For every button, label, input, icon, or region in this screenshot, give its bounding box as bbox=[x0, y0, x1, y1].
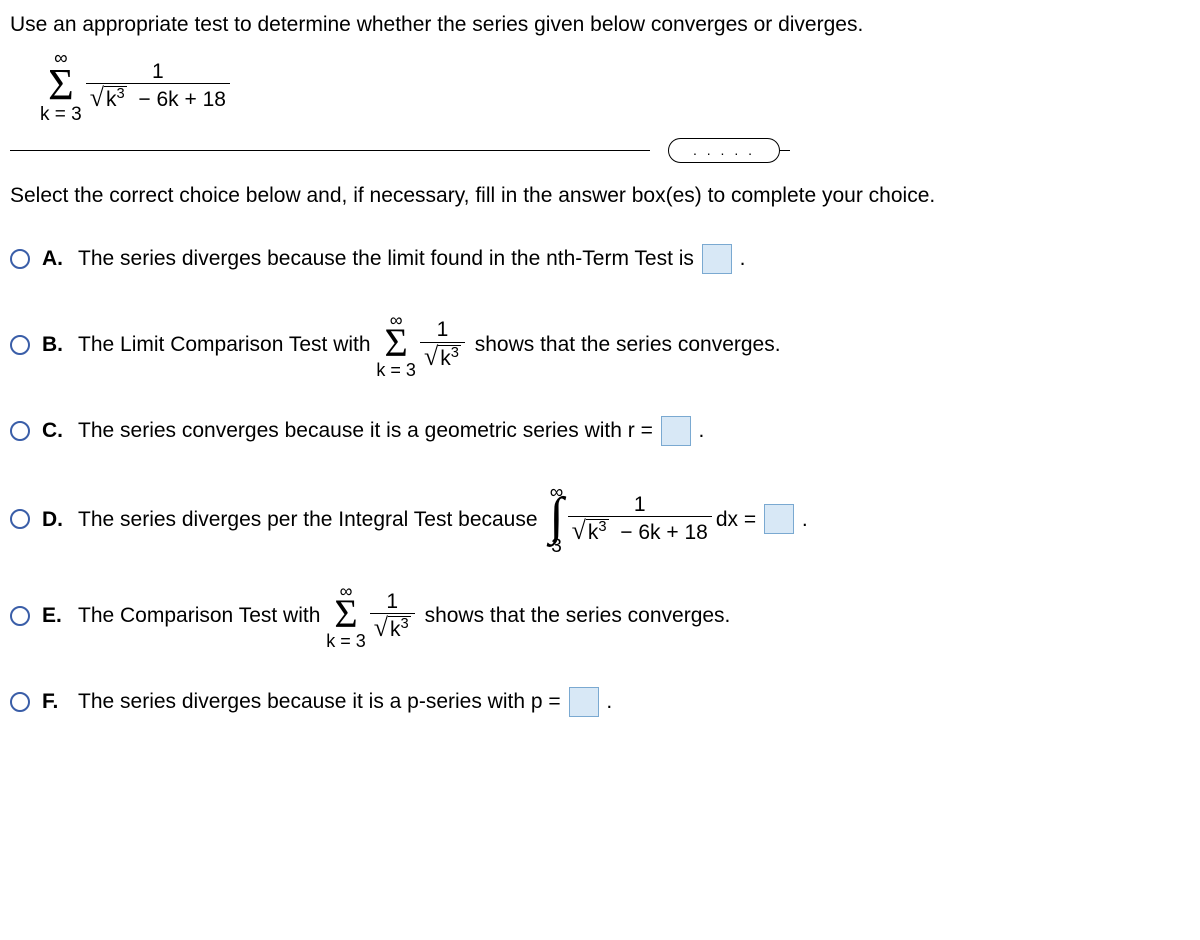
answer-box-a[interactable] bbox=[702, 244, 732, 274]
choice-c[interactable]: C. The series converges because it is a … bbox=[10, 405, 1190, 457]
radical-sign: √ bbox=[424, 345, 438, 368]
fraction-numerator: 1 bbox=[382, 590, 402, 613]
choice-letter: D. bbox=[42, 505, 66, 534]
divider-line-left bbox=[10, 150, 650, 151]
choice-a[interactable]: A. The series diverges because the limit… bbox=[10, 233, 1190, 285]
choice-c-text: The series converges because it is a geo… bbox=[78, 416, 653, 445]
choice-f-text: The series diverges because it is a p-se… bbox=[78, 687, 561, 716]
radio-b[interactable] bbox=[10, 335, 30, 355]
radio-c[interactable] bbox=[10, 421, 30, 441]
sigma-symbol: Σ bbox=[48, 67, 74, 102]
divider: . . . . . bbox=[10, 138, 1190, 164]
fraction-denominator: √ k3 bbox=[420, 342, 465, 371]
radio-d[interactable] bbox=[10, 509, 30, 529]
radical-sign: √ bbox=[90, 86, 104, 109]
divider-bubble: . . . . . bbox=[668, 138, 780, 164]
choice-letter: A. bbox=[42, 244, 66, 273]
fraction-denominator: √ k3 − 6k + 18 bbox=[568, 516, 712, 545]
period: . bbox=[699, 416, 705, 445]
divider-line-right bbox=[780, 150, 790, 151]
radicand: k3 bbox=[586, 519, 609, 545]
choice-letter: C. bbox=[42, 416, 66, 445]
problem-statement: Use an appropriate test to determine whe… bbox=[10, 10, 1190, 39]
sigma-symbol: Σ bbox=[334, 598, 357, 630]
choice-f[interactable]: F. The series diverges because it is a p… bbox=[10, 676, 1190, 728]
answer-box-f[interactable] bbox=[569, 687, 599, 717]
choice-b-text2: shows that the series converges. bbox=[475, 330, 781, 359]
series-expression: ∞ Σ k = 3 1 √ k3 − 6k + 18 bbox=[40, 43, 234, 123]
radio-a[interactable] bbox=[10, 249, 30, 269]
fraction-numerator: 1 bbox=[148, 60, 168, 83]
answer-box-d[interactable] bbox=[764, 504, 794, 534]
choice-letter: B. bbox=[42, 330, 66, 359]
fraction-denominator: √ k3 − 6k + 18 bbox=[86, 83, 230, 112]
sigma-lower: k = 3 bbox=[40, 105, 82, 124]
choice-e-text2: shows that the series converges. bbox=[425, 601, 731, 630]
answer-box-c[interactable] bbox=[661, 416, 691, 446]
instruction: Select the correct choice below and, if … bbox=[10, 181, 1190, 210]
radical-sign: √ bbox=[374, 616, 388, 639]
choice-e[interactable]: E. The Comparison Test with ∞ Σ k = 3 1 … bbox=[10, 582, 1190, 650]
sigma-lower: k = 3 bbox=[326, 632, 366, 650]
choice-b-text1: The Limit Comparison Test with bbox=[78, 330, 371, 359]
radicand: k3 bbox=[104, 86, 127, 112]
sigma-lower: k = 3 bbox=[376, 361, 416, 379]
choice-a-text: The series diverges because the limit fo… bbox=[78, 244, 694, 273]
choice-d-text1: The series diverges per the Integral Tes… bbox=[78, 505, 538, 534]
period: . bbox=[740, 244, 746, 273]
sigma-symbol: Σ bbox=[385, 327, 408, 359]
radical-sign: √ bbox=[572, 519, 586, 542]
dx-label: dx = bbox=[716, 505, 756, 534]
choice-e-text1: The Comparison Test with bbox=[78, 601, 320, 630]
choice-letter: F. bbox=[42, 687, 66, 716]
choice-d[interactable]: D. The series diverges per the Integral … bbox=[10, 483, 1190, 556]
period: . bbox=[606, 687, 612, 716]
radio-f[interactable] bbox=[10, 692, 30, 712]
fraction-denominator: √ k3 bbox=[370, 613, 415, 642]
denominator-rest: − 6k + 18 bbox=[133, 88, 226, 111]
choice-b[interactable]: B. The Limit Comparison Test with ∞ Σ k … bbox=[10, 311, 1190, 379]
fraction-numerator: 1 bbox=[433, 318, 453, 341]
integral-symbol: ∫ bbox=[549, 499, 563, 535]
choice-letter: E. bbox=[42, 601, 66, 630]
radicand: k3 bbox=[438, 345, 461, 371]
period: . bbox=[802, 505, 808, 534]
fraction-numerator: 1 bbox=[630, 493, 650, 516]
integral-lower: 3 bbox=[551, 537, 562, 556]
radio-e[interactable] bbox=[10, 606, 30, 626]
radicand: k3 bbox=[388, 616, 411, 642]
